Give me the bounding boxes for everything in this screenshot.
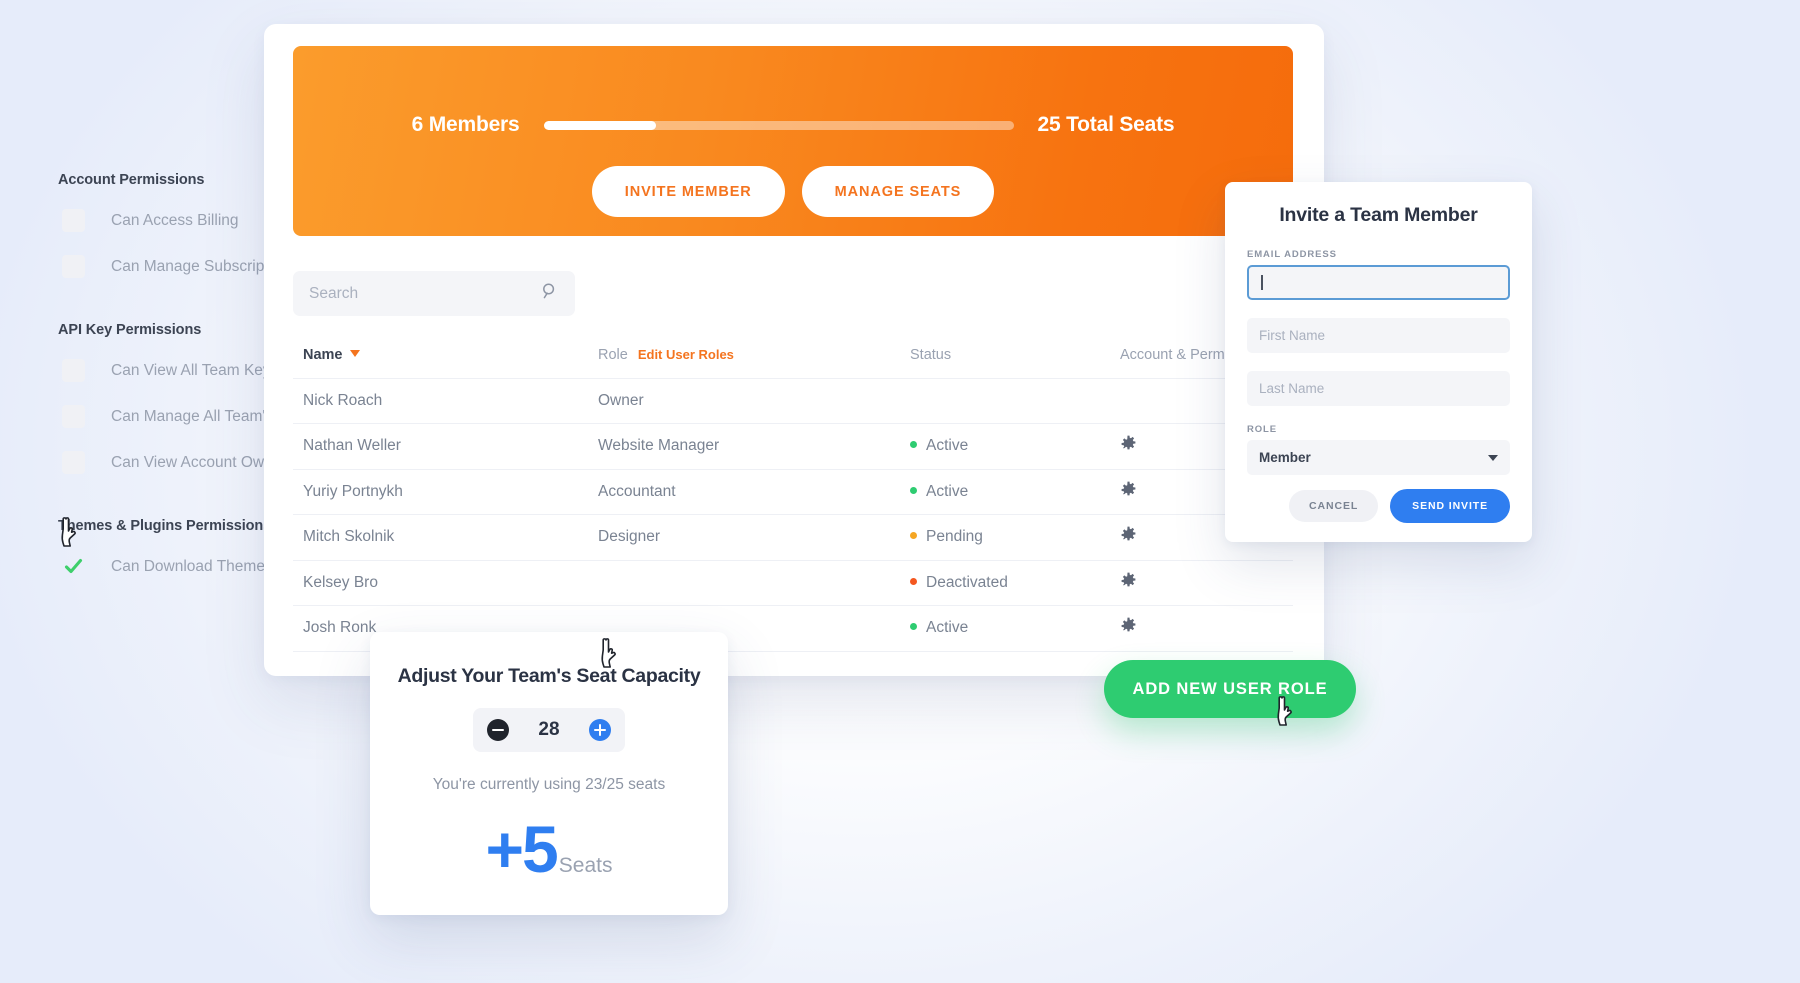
table-row[interactable]: Nathan Weller Website Manager Active: [293, 424, 1293, 470]
minus-circle-icon[interactable]: [487, 719, 509, 741]
plus-circle-icon[interactable]: [588, 719, 611, 741]
column-header-status: Status: [910, 347, 952, 364]
last-name-field[interactable]: Last Name: [1247, 371, 1510, 406]
checkbox-unchecked-icon[interactable]: [62, 359, 85, 382]
table-row[interactable]: Yuriy Portnykh Accountant Active: [293, 470, 1293, 515]
seat-delta-summary: +5 Seats: [370, 816, 728, 882]
status-label: Active: [926, 619, 969, 637]
cell-role: Owner: [598, 391, 644, 409]
role-select-value: Member: [1259, 450, 1311, 465]
email-field-label: EMAIL ADDRESS: [1247, 249, 1337, 260]
gear-icon[interactable]: [1120, 617, 1137, 634]
manage-seats-button[interactable]: MANAGE SEATS: [801, 166, 995, 217]
column-header-role-label: Role: [598, 347, 628, 364]
cancel-button[interactable]: CANCEL: [1289, 490, 1379, 522]
role-select[interactable]: Member: [1247, 440, 1510, 475]
status-dot: [910, 623, 917, 631]
seat-usage-text: You're currently using 23/25 seats: [432, 776, 666, 793]
status-dot: [910, 441, 917, 449]
cell-name: Nick Roach: [303, 391, 383, 409]
send-invite-button[interactable]: SEND INVITE: [1390, 489, 1510, 523]
cell-account: [1120, 572, 1293, 594]
permission-label: Can View All Team Keys: [111, 361, 279, 379]
permission-label: Can Access Billing: [111, 211, 239, 229]
cell-name: Yuriy Portnykh: [303, 482, 403, 500]
cell-name: Kelsey Bro: [303, 573, 378, 591]
email-field[interactable]: [1247, 265, 1510, 300]
search-icon[interactable]: [541, 282, 559, 305]
minus-bar: [492, 729, 504, 732]
status-dot: [910, 486, 917, 494]
table-header-row: Name Role Edit User Roles Status Account …: [293, 333, 1293, 379]
seats-hero-banner: 6 Members 25 Total Seats INVITE MEMBER M…: [293, 46, 1293, 236]
status-dot: [910, 532, 917, 540]
table-row[interactable]: Kelsey Bro Deactivated: [293, 561, 1293, 606]
invite-team-member-panel: Invite a Team Member EMAIL ADDRESS First…: [1225, 182, 1532, 542]
seat-delta-unit: Seats: [558, 854, 613, 877]
cell-role: Designer: [598, 528, 661, 546]
seat-quantity-value: 28: [538, 719, 560, 740]
app-screenshot: Account Permissions Can Access Billing C…: [0, 0, 1800, 983]
seats-summary: 6 Members 25 Total Seats: [293, 113, 1293, 137]
checkbox-unchecked-icon[interactable]: [62, 255, 85, 278]
gear-icon[interactable]: [1120, 526, 1137, 543]
seat-delta-value: +5: [485, 812, 559, 886]
team-members-table: Name Role Edit User Roles Status Account …: [293, 333, 1293, 652]
chevron-down-icon[interactable]: [1488, 454, 1498, 461]
plus-bar-v: [598, 724, 602, 736]
column-header-role: Role Edit User Roles: [598, 347, 910, 363]
table-row[interactable]: Nick Roach Owner: [293, 379, 1293, 424]
gear-icon[interactable]: [1120, 572, 1137, 589]
first-name-field[interactable]: First Name: [1247, 318, 1510, 353]
invite-panel-actions: CANCEL SEND INVITE: [1247, 489, 1510, 523]
cell-status: Active: [910, 437, 1120, 455]
column-header-name[interactable]: Name: [293, 347, 598, 363]
search-input[interactable]: [309, 284, 541, 303]
gear-icon[interactable]: [1120, 435, 1137, 452]
cell-status: Deactivated: [910, 574, 1120, 592]
column-header-name-label: Name: [303, 347, 343, 364]
status-label: Active: [926, 437, 969, 455]
checkbox-unchecked-icon[interactable]: [62, 451, 85, 474]
status-label: Active: [926, 482, 969, 500]
search-box[interactable]: [293, 271, 575, 316]
seat-modal-title: Adjust Your Team's Seat Capacity: [397, 665, 701, 687]
caret-down-icon[interactable]: [349, 350, 360, 358]
total-seats-label: 25 Total Seats: [1037, 113, 1175, 136]
cell-status: Active: [910, 483, 1120, 501]
seat-capacity-modal: Adjust Your Team's Seat Capacity 28 You'…: [370, 632, 728, 915]
gear-icon[interactable]: [1120, 481, 1137, 498]
invite-member-button[interactable]: INVITE MEMBER: [591, 166, 785, 217]
hero-actions: INVITE MEMBER MANAGE SEATS: [293, 166, 1293, 217]
seats-progress-bar: [543, 120, 1014, 130]
cell-role: Accountant: [598, 482, 676, 500]
seat-quantity-stepper: 28: [473, 708, 625, 752]
text-cursor: [1261, 275, 1263, 290]
members-count-label: 6 Members: [411, 113, 520, 136]
role-field-label: ROLE: [1247, 424, 1277, 435]
invite-panel-title: Invite a Team Member: [1279, 204, 1478, 226]
checkbox-unchecked-icon[interactable]: [62, 405, 85, 428]
seats-progress-fill: [543, 120, 657, 130]
checkmark-icon[interactable]: [62, 555, 85, 578]
cell-account: [1120, 617, 1293, 639]
cell-status: Pending: [910, 528, 1120, 546]
add-new-user-role-button[interactable]: ADD NEW USER ROLE: [1104, 660, 1356, 718]
cell-role: Website Manager: [598, 437, 720, 455]
status-label: Pending: [926, 528, 983, 546]
checkbox-unchecked-icon[interactable]: [62, 209, 85, 232]
edit-user-roles-link[interactable]: Edit User Roles: [638, 347, 734, 362]
cell-status: Active: [910, 619, 1120, 637]
table-row[interactable]: Mitch Skolnik Designer Pending: [293, 515, 1293, 561]
cell-name: Nathan Weller: [303, 437, 401, 455]
status-dot: [910, 577, 917, 585]
cell-name: Mitch Skolnik: [303, 528, 395, 546]
status-label: Deactivated: [926, 573, 1008, 591]
